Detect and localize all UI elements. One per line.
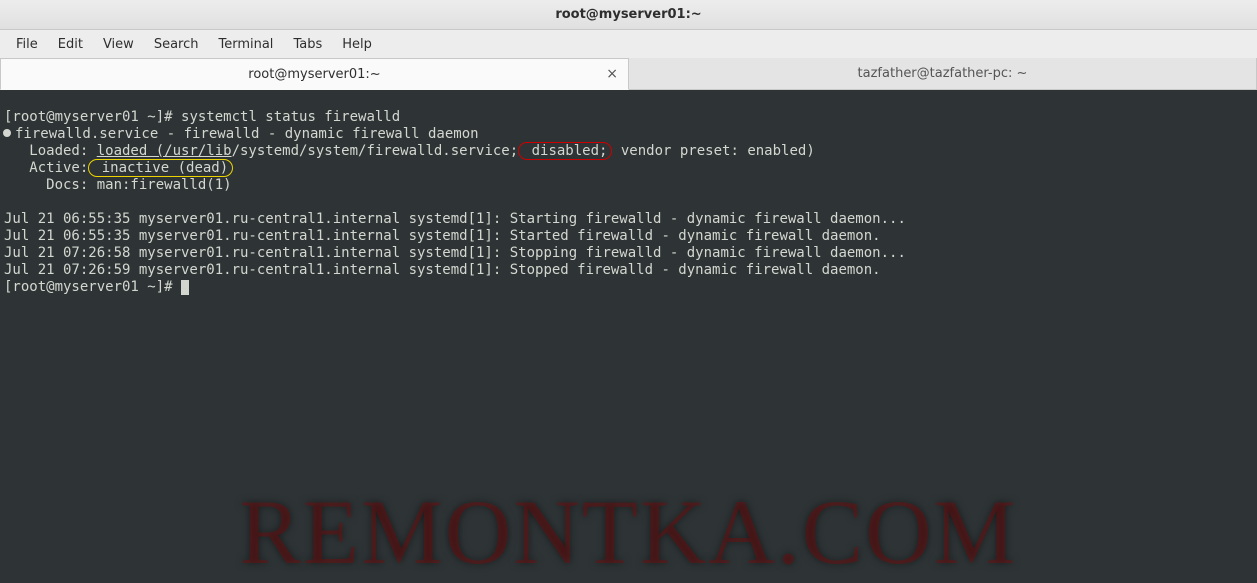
tab-inactive-label: tazfather@tazfather-pc: ~ — [858, 66, 1028, 81]
service-header: firewalld.service - firewalld - dynamic … — [15, 126, 479, 142]
inactive-dead-highlight: inactive (dead) — [88, 159, 233, 177]
close-icon[interactable]: × — [606, 67, 618, 81]
command-text: systemctl status firewalld — [181, 109, 400, 125]
disabled-highlight: disabled; — [518, 142, 612, 160]
menu-view[interactable]: View — [93, 33, 144, 56]
loaded-path-ul: loaded (/usr/lib — [97, 143, 232, 159]
log-line-3: Jul 21 07:26:58 myserver01.ru-central1.i… — [4, 245, 906, 261]
watermark-text: REMONTKA.COM — [240, 524, 1018, 541]
tab-inactive[interactable]: tazfather@tazfather-pc: ~ — [629, 58, 1257, 89]
prompt-text: [root@myserver01 ~]# — [4, 109, 181, 125]
log-line-1: Jul 21 06:55:35 myserver01.ru-central1.i… — [4, 211, 906, 227]
loaded-tail: vendor preset: enabled) — [612, 143, 814, 159]
menu-file[interactable]: File — [6, 33, 48, 56]
menu-help[interactable]: Help — [332, 33, 382, 56]
menu-terminal[interactable]: Terminal — [208, 33, 283, 56]
prompt-text-2: [root@myserver01 ~]# — [4, 279, 181, 295]
docs-line: Docs: man:firewalld(1) — [4, 177, 232, 193]
tab-active-label: root@myserver01:~ — [248, 67, 380, 82]
menu-search[interactable]: Search — [144, 33, 209, 56]
terminal-output[interactable]: [root@myserver01 ~]# systemctl status fi… — [0, 90, 1257, 541]
cursor-icon — [181, 280, 189, 295]
active-label: Active: — [4, 160, 88, 176]
tab-bar: root@myserver01:~ × tazfather@tazfather-… — [0, 58, 1257, 90]
status-bullet-icon — [3, 129, 11, 137]
loaded-label: Loaded: — [4, 143, 97, 159]
menu-tabs[interactable]: Tabs — [283, 33, 332, 56]
window-titlebar: root@myserver01:~ — [0, 0, 1257, 30]
menu-bar: File Edit View Search Terminal Tabs Help — [0, 30, 1257, 58]
log-line-2: Jul 21 06:55:35 myserver01.ru-central1.i… — [4, 228, 881, 244]
tab-active[interactable]: root@myserver01:~ × — [0, 58, 629, 90]
window-title: root@myserver01:~ — [555, 7, 701, 22]
log-line-4: Jul 21 07:26:59 myserver01.ru-central1.i… — [4, 262, 881, 278]
menu-edit[interactable]: Edit — [48, 33, 93, 56]
loaded-path-mid: /systemd/system/firewalld.service; — [232, 143, 519, 159]
